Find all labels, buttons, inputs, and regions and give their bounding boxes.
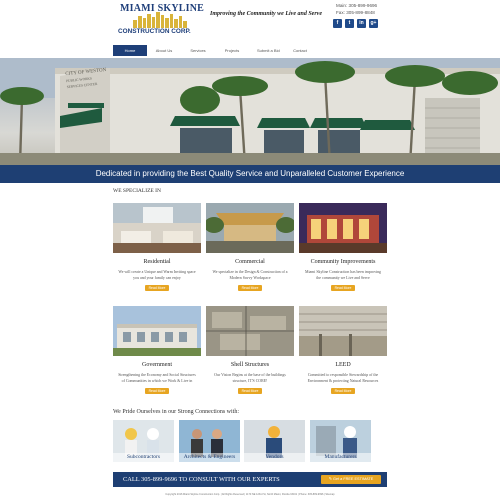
card-desc: Strengthening the Economy and Social Str… (118, 373, 196, 383)
read-more-button[interactable]: Read More (238, 388, 262, 394)
service-card-community: Community Improvements Miami Skyline Con… (299, 203, 387, 291)
free-estimate-button[interactable]: ✎ Get a FREE ESTIMATE (321, 475, 381, 484)
specialize-title: WE SPECIALIZE IN (113, 188, 161, 194)
service-card-shell-structures: Shell Structures Our Vision Begins at th… (206, 306, 294, 394)
linkedin-icon[interactable]: in (357, 19, 366, 28)
card-title: Commercial (235, 259, 265, 265)
phone-number: Main: 305-899-9696 (336, 3, 378, 8)
company-logo[interactable]: MIAMI SKYLINE CONSTRUCTION CORP. (118, 3, 204, 37)
leed-photo (299, 306, 387, 356)
connection-label: Architects & Engineers (179, 453, 240, 462)
card-desc: Committed to responsible Stewardship of … (307, 373, 379, 383)
nav-about-us[interactable]: About Us (147, 45, 181, 56)
site-header: MIAMI SKYLINE CONSTRUCTION CORP. Improvi… (0, 0, 500, 44)
nav-projects[interactable]: Projects (215, 45, 249, 56)
cta-text: CALL 305-899-9696 TO CONSULT WITH OUR EX… (123, 476, 280, 483)
card-desc: Miami Skyline Construction has been impr… (305, 270, 381, 280)
connection-label: Vendors (244, 453, 305, 462)
card-desc: Our Vision Begins at the base of the bui… (214, 373, 286, 383)
card-desc: We specialize in the Design & Constructi… (212, 270, 288, 280)
fax-number: Fax: 305-899-8848 (336, 9, 375, 15)
card-title: LEED (335, 362, 351, 368)
read-more-button[interactable]: Read More (331, 285, 355, 291)
government-photo (113, 306, 201, 356)
service-card-government: Government Strengthening the Economy and… (113, 306, 201, 394)
read-more-button[interactable]: Read More (145, 285, 169, 291)
service-card-commercial: Commercial We specialize in the Design &… (206, 203, 294, 291)
hero-banner: Dedicated in providing the Best Quality … (0, 165, 500, 183)
residential-photo (113, 203, 201, 253)
connection-architects[interactable]: Architects & Engineers (179, 420, 240, 462)
social-links: f t in g+ (333, 19, 378, 28)
connection-label: Manufacturers (310, 453, 371, 462)
connection-subcontractors[interactable]: Subcontractors (113, 420, 174, 462)
nav-home[interactable]: Home (113, 45, 147, 56)
community-photo (299, 203, 387, 253)
service-card-leed: LEED Committed to responsible Stewardshi… (299, 306, 387, 394)
connection-manufacturers[interactable]: Manufacturers (310, 420, 371, 462)
service-card-residential: Residential We will create a Unique and … (113, 203, 201, 291)
read-more-button[interactable]: Read More (145, 388, 169, 394)
tagline: Improving the Community we Live and Serv… (210, 11, 322, 17)
main-nav: Home About Us Services Projects Submit a… (113, 45, 317, 56)
twitter-icon[interactable]: t (345, 19, 354, 28)
connection-vendors[interactable]: Vendors (244, 420, 305, 462)
skyline-logo-icon (133, 12, 187, 28)
hero-image: CITY OF WESTON PUBLIC WORKS SERVICES CEN… (0, 58, 500, 165)
logo-subtitle: CONSTRUCTION CORP. (118, 28, 191, 35)
read-more-button[interactable]: Read More (331, 388, 355, 394)
contact-info: Main: 305-899-9696 Fax: 305-899-8848 (336, 3, 377, 16)
card-title: Government (142, 362, 172, 368)
commercial-photo (206, 203, 294, 253)
nav-submit-bid[interactable]: Submit a Bid (249, 45, 283, 56)
free-estimate-label: Get a FREE ESTIMATE (333, 477, 374, 481)
facebook-icon[interactable]: f (333, 19, 342, 28)
footer-text: Copyright 2016 Miami Skyline Constructio… (165, 493, 335, 496)
card-desc: We will create a Unique and Warm Invitin… (118, 270, 196, 280)
google-plus-icon[interactable]: g+ (369, 19, 378, 28)
nav-services[interactable]: Services (181, 45, 215, 56)
read-more-button[interactable]: Read More (238, 285, 262, 291)
card-title: Residential (143, 259, 171, 265)
cta-bar: CALL 305-899-9696 TO CONSULT WITH OUR EX… (113, 472, 387, 487)
shell-structures-photo (206, 306, 294, 356)
connections-title: We Pride Ourselves in our Strong Connect… (113, 409, 240, 415)
card-title: Shell Structures (230, 362, 270, 368)
card-title: Community Improvements (310, 259, 376, 265)
nav-contact[interactable]: Contact (283, 45, 317, 56)
connection-label: Subcontractors (113, 453, 174, 462)
